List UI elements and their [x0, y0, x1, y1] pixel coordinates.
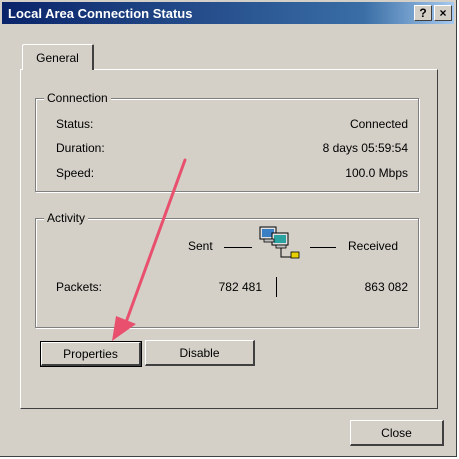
tab-general[interactable]: General — [22, 44, 94, 70]
status-dialog: Local Area Connection Status ? × General… — [0, 0, 457, 457]
